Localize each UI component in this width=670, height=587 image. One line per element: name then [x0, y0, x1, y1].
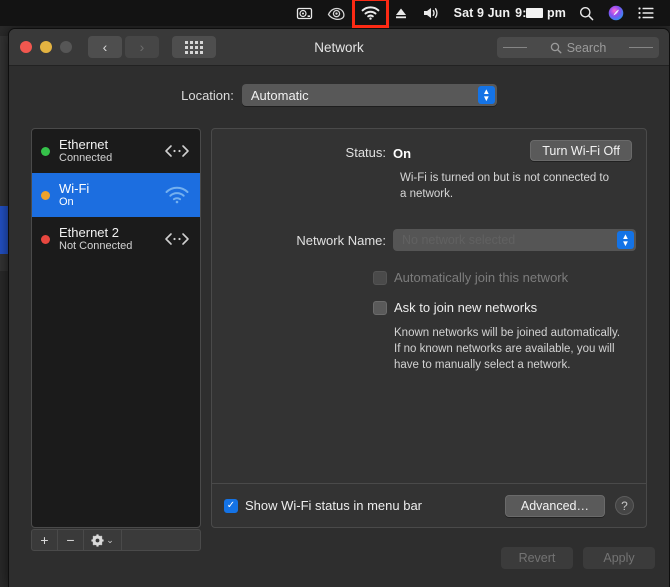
eject-icon[interactable]: [387, 0, 415, 26]
auto-join-checkbox[interactable]: [373, 270, 387, 285]
service-status: Not Connected: [59, 240, 133, 253]
grid-icon: [185, 40, 203, 54]
search-placeholder: Search: [566, 40, 607, 55]
zoom-button[interactable]: [60, 41, 72, 53]
service-name: Ethernet: [59, 136, 109, 152]
window-content: Location: Automatic ▲ ▼ Ethernet Connect…: [9, 66, 669, 587]
back-button[interactable]: ‹: [88, 36, 122, 58]
notification-center-icon[interactable]: [631, 0, 662, 26]
panes: Ethernet Connected Wi-Fi On Ethernet 2 N…: [31, 128, 647, 587]
status-description: Wi-Fi is turned on but is not connected …: [400, 172, 610, 200]
window-titlebar: ‹ › Network Search: [9, 29, 669, 66]
help-button[interactable]: ?: [615, 496, 634, 515]
search-icon[interactable]: [572, 0, 601, 26]
service-text: Ethernet 2 Not Connected: [59, 224, 154, 253]
service-status: On: [59, 196, 74, 209]
show-status-checkbox-row[interactable]: ✓ Show Wi-Fi status in menu bar: [224, 498, 422, 513]
status-dot-green: [41, 146, 50, 156]
show-status-checkbox[interactable]: ✓: [224, 498, 238, 513]
nvidia-eye-icon[interactable]: [320, 0, 354, 26]
volume-icon[interactable]: [415, 0, 448, 26]
wifi-settings-pane: Status: On Wi-Fi is turned on but is not…: [211, 128, 647, 528]
ask-join-checkbox-row[interactable]: Ask to join new networks: [373, 300, 537, 315]
network-services-list[interactable]: Ethernet Connected Wi-Fi On Ethernet 2 N…: [31, 128, 201, 528]
ethernet-icon: [163, 144, 191, 158]
turn-wifi-off-button[interactable]: Turn Wi-Fi Off: [530, 140, 632, 161]
close-button[interactable]: [20, 41, 32, 53]
network-name-label: Network Name:: [296, 232, 386, 248]
siri-icon[interactable]: [601, 0, 631, 26]
advanced-button[interactable]: Advanced…: [504, 494, 605, 517]
chevron-updown-icon: ▲ ▼: [617, 231, 634, 249]
service-status: Connected: [59, 152, 113, 165]
clock-date: Sat 9 Jun: [453, 6, 511, 20]
location-value: Automatic: [250, 87, 309, 103]
ask-join-checkbox[interactable]: [373, 300, 387, 315]
service-text: Ethernet Connected: [59, 136, 154, 165]
minimize-button[interactable]: [40, 41, 52, 53]
show-all-button[interactable]: [172, 36, 216, 58]
forward-button[interactable]: ›: [125, 36, 159, 58]
clock-minutes-redaction: [526, 8, 544, 18]
search-left-rule: [503, 47, 527, 48]
service-name: Wi-Fi: [59, 180, 90, 196]
revert-button[interactable]: Revert: [501, 547, 573, 569]
location-label: Location:: [181, 87, 234, 103]
network-name-select[interactable]: No network selected ▲ ▼: [393, 229, 636, 251]
pane-bottom-bar: ✓ Show Wi-Fi status in menu bar Advanced…: [212, 483, 646, 527]
chevron-updown-icon: ▲ ▼: [477, 86, 495, 104]
network-name-row: Network Name: No network selected ▲ ▼: [212, 229, 646, 251]
service-row-ethernet[interactable]: Ethernet Connected: [32, 129, 200, 173]
service-row-ethernet-2[interactable]: Ethernet 2 Not Connected: [32, 217, 200, 261]
search-icon: [550, 42, 562, 54]
status-dot-red: [41, 234, 50, 244]
search-field-wrapper: Search: [497, 37, 659, 58]
auto-join-checkbox-row[interactable]: Automatically join this network: [373, 270, 568, 285]
harddisk-icon[interactable]: [289, 0, 320, 26]
ethernet-icon: [163, 232, 191, 246]
location-row: Location: Automatic ▲ ▼: [9, 66, 669, 106]
known-networks-description: Known networks will be joined automatica…: [394, 327, 621, 372]
ask-join-label: Ask to join new networks: [394, 300, 538, 315]
service-row-wifi[interactable]: Wi-Fi On: [32, 173, 200, 217]
wifi-icon: [163, 186, 191, 204]
network-name-placeholder: No network selected: [402, 233, 516, 247]
menu-bar-clock[interactable]: Sat 9 Jun 9: pm: [448, 6, 572, 20]
clock-time: 9: pm: [515, 6, 566, 20]
traffic-lights: [20, 41, 72, 53]
navigation-buttons: ‹ ›: [88, 36, 159, 58]
status-dot-orange: [41, 190, 50, 200]
wifi-menu-icon[interactable]: [351, 0, 389, 28]
network-preferences-window: ‹ › Network Search Location: Automatic ▲…: [8, 28, 670, 587]
service-text: Wi-Fi On: [59, 180, 154, 209]
show-status-label: Show Wi-Fi status in menu bar: [245, 498, 423, 513]
status-value: On: [393, 146, 412, 161]
status-label: Status:: [345, 145, 386, 160]
desktop: Sat 9 Jun 9: pm ‹ › Network Search Locat…: [0, 0, 670, 587]
location-select[interactable]: Automatic ▲ ▼: [241, 84, 497, 106]
apply-button[interactable]: Apply: [583, 547, 655, 569]
menu-bar: Sat 9 Jun 9: pm: [0, 0, 670, 28]
search-right-rule: [629, 47, 653, 48]
service-name: Ethernet 2: [59, 224, 119, 240]
auto-join-label: Automatically join this network: [394, 270, 569, 285]
window-footer: Revert Apply: [9, 533, 669, 587]
